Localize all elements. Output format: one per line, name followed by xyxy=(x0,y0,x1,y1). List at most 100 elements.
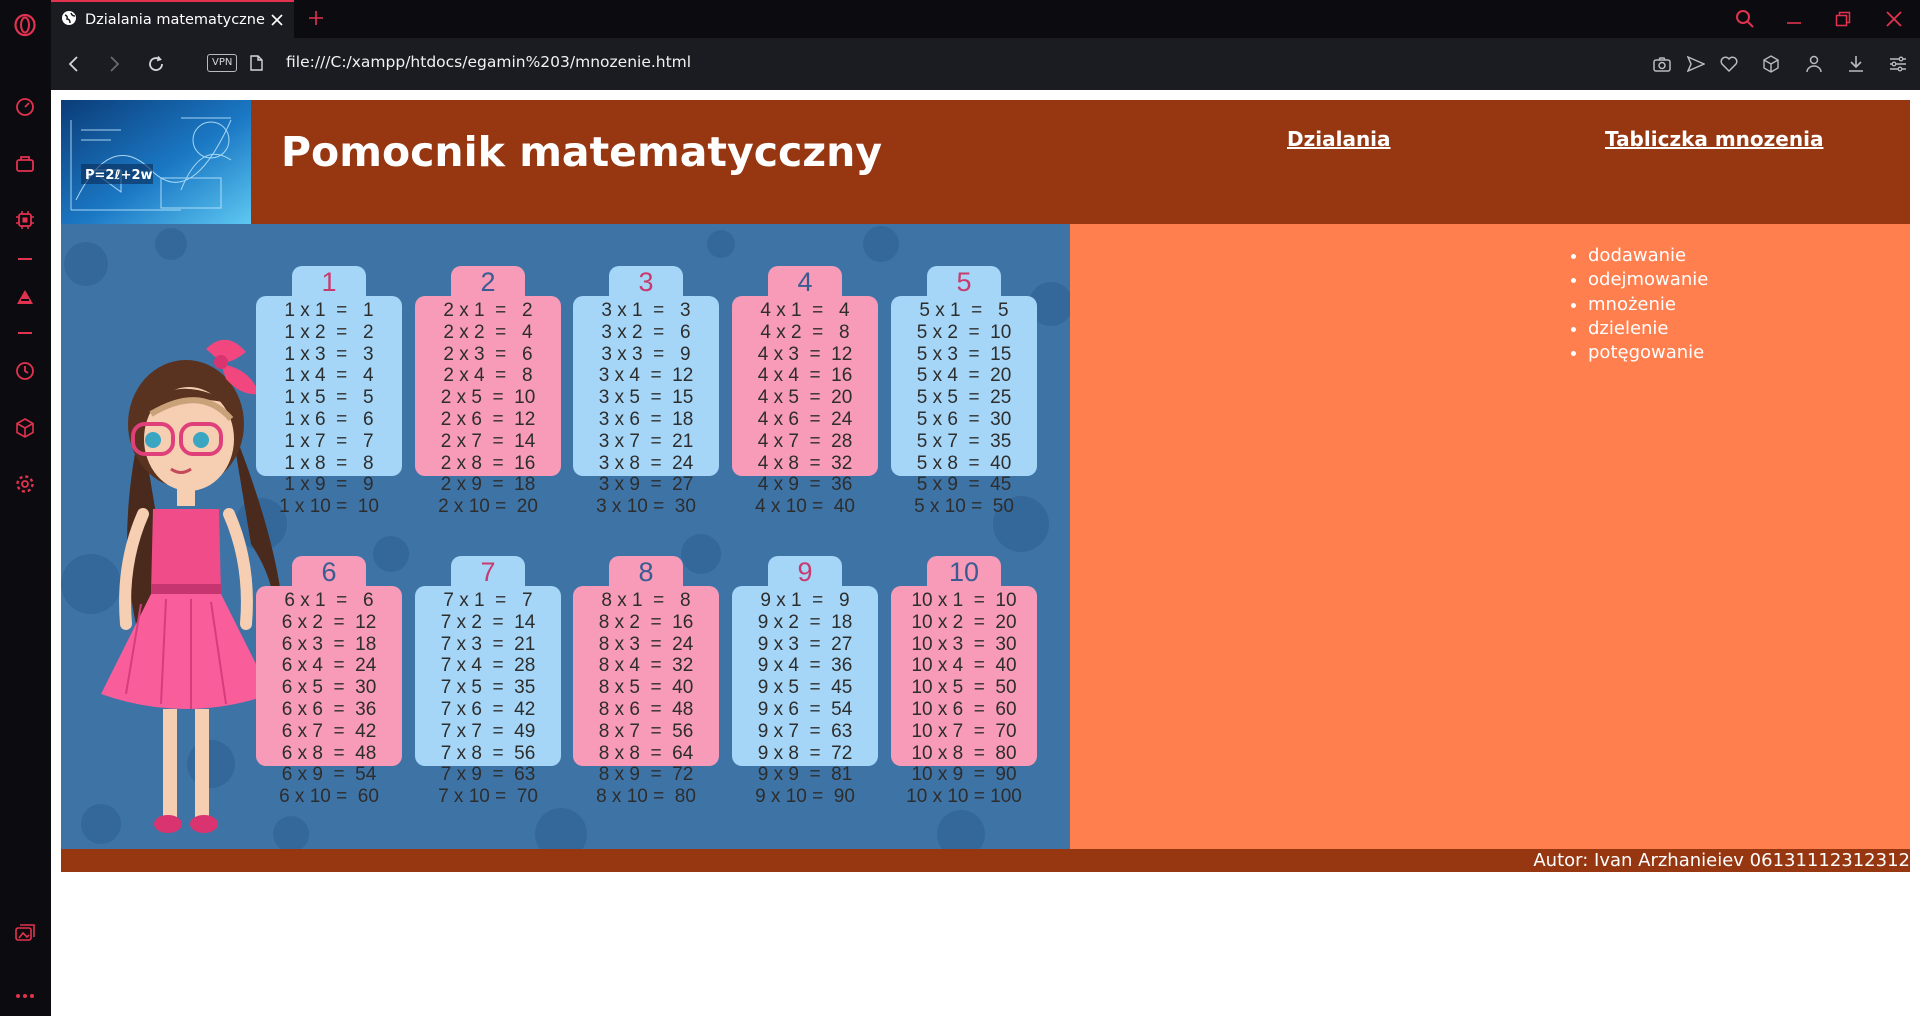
browser-tab[interactable]: Dzialania matematyczne xyxy=(51,0,294,38)
extensions-cube-icon[interactable] xyxy=(12,415,38,441)
equation-text: 8 x 6 = 48 xyxy=(598,698,694,720)
table-row: 6 x 7 = 42 xyxy=(256,721,402,743)
table-row: 5 x 4 = 20 xyxy=(891,365,1037,387)
close-window-icon[interactable] xyxy=(1881,6,1907,32)
table-row: 4 x 4 = 16 xyxy=(732,365,878,387)
equation-text: 7 x 6 = 42 xyxy=(440,698,536,720)
equation-text: 8 x 1 = 8 xyxy=(601,590,691,611)
table-row: 2 x 4 = 8 xyxy=(415,365,561,387)
speed-dial-icon[interactable] xyxy=(12,94,38,120)
list-item: dzielenie xyxy=(1588,317,1708,341)
table-row: 8 x 10 = 80 xyxy=(573,786,719,808)
table-row: 9 x 3 = 27 xyxy=(732,634,878,656)
equation-text: 5 x 2 = 10 xyxy=(916,321,1012,343)
tab-close-icon[interactable] xyxy=(266,9,288,31)
equation-text: 7 x 5 = 35 xyxy=(440,677,536,699)
search-tabs-icon[interactable] xyxy=(1732,6,1758,32)
list-item: dodawanie xyxy=(1588,244,1708,268)
table-row: 2 x 6 = 12 xyxy=(415,409,561,431)
equation-text: 2 x 3 = 6 xyxy=(443,343,533,365)
table-row: 1 x 8 = 8 xyxy=(256,453,402,475)
equation-text: 10 x 2 = 20 xyxy=(911,611,1017,633)
table-row: 3 x 7 = 21 xyxy=(573,431,719,453)
opera-logo-icon[interactable] xyxy=(12,12,38,38)
equation-text: 1 x 4 = 4 xyxy=(284,365,374,387)
table-row: 4 x 8 = 32 xyxy=(732,453,878,475)
table-row: 9 x 7 = 63 xyxy=(732,721,878,743)
sidebar-separator xyxy=(18,258,32,260)
shopping-icon[interactable] xyxy=(12,150,38,176)
equation-text: 9 x 4 = 36 xyxy=(757,655,853,677)
equation-text: 1 x 5 = 5 xyxy=(284,387,374,409)
table-row: 10 x 1 = 10 xyxy=(891,590,1037,612)
equation-text: 10 x 8 = 80 xyxy=(911,742,1017,764)
equation-text: 2 x 5 = 10 xyxy=(440,387,536,409)
forward-arrow-icon[interactable] xyxy=(101,51,127,77)
site-footer: Autor: Ivan Arzhanieiev 06131112312312 xyxy=(61,849,1910,872)
table-row: 6 x 3 = 18 xyxy=(256,634,402,656)
camera-snapshot-icon[interactable] xyxy=(1649,51,1675,77)
tab-strip: Dzialania matematyczne xyxy=(51,0,1920,38)
table-row: 10 x 9 = 90 xyxy=(891,764,1037,786)
equation-text: 9 x 6 = 54 xyxy=(757,698,853,720)
table-row: 3 x 3 = 9 xyxy=(573,344,719,366)
equation-text: 6 x 1 = 6 xyxy=(284,590,374,611)
table-row: 1 x 2 = 2 xyxy=(256,322,402,344)
card-body: 6 x 1 = 66 x 2 = 12 6 x 3 = 18 6 x 4 = 24 6… xyxy=(256,586,402,807)
send-flow-icon[interactable] xyxy=(1683,51,1709,77)
equation-text: 10 x 6 = 60 xyxy=(911,698,1017,720)
equation-text: 2 x 1 = 2 xyxy=(443,300,533,321)
more-dots-icon[interactable] xyxy=(12,983,38,1009)
aria-icon[interactable] xyxy=(12,284,38,310)
table-row: 6 x 1 = 6 xyxy=(256,590,402,612)
vpn-badge[interactable]: VPN xyxy=(207,54,238,72)
minimize-icon[interactable] xyxy=(1781,6,1807,32)
url-field[interactable]: file:///C:/xampp/htdocs/egamin%203/mnoze… xyxy=(286,53,691,71)
table-row: 3 x 10 = 30 xyxy=(573,496,719,518)
operations-list: dodawanie odejmowanie mnożenie dzielenie… xyxy=(1568,244,1708,365)
restore-icon[interactable] xyxy=(1830,6,1856,32)
equation-text: 3 x 6 = 18 xyxy=(598,408,694,430)
equation-text: 4 x 3 = 12 xyxy=(757,343,853,365)
gallery-icon[interactable] xyxy=(12,921,38,947)
table-row: 4 x 6 = 24 xyxy=(732,409,878,431)
equation-text: 4 x 7 = 28 xyxy=(757,430,853,452)
equation-text: 3 x 2 = 6 xyxy=(601,321,691,343)
equation-text: 9 x 1 = 9 xyxy=(760,590,850,611)
table-row: 9 x 10 = 90 xyxy=(732,786,878,808)
equation-text: 7 x 1 = 7 xyxy=(443,590,533,611)
table-row: 9 x 9 = 81 xyxy=(732,764,878,786)
nav-link-tabliczka[interactable]: Tabliczka mnozenia xyxy=(1605,127,1823,151)
extensions-icon[interactable] xyxy=(1758,51,1784,77)
card-body: 5 x 1 = 55 x 2 = 10 5 x 3 = 15 5 x 4 = 20 5… xyxy=(891,296,1037,517)
table-row: 5 x 2 = 10 xyxy=(891,322,1037,344)
equation-text: 1 x 3 = 3 xyxy=(284,343,374,365)
address-bar: VPN file:///C:/xampp/htdocs/egamin%203/m… xyxy=(51,38,1920,90)
download-icon[interactable] xyxy=(1843,51,1869,77)
times-table-card-6: 66 x 1 = 66 x 2 = 12 6 x 3 = 18 6 x 4 = 24… xyxy=(256,556,402,807)
back-arrow-icon[interactable] xyxy=(61,51,87,77)
times-table-card-1: 11 x 1 = 11 x 2 = 21 x 3 = 31 x 4 = 41 x… xyxy=(256,266,402,517)
table-row: 6 x 2 = 12 xyxy=(256,612,402,634)
account-icon[interactable] xyxy=(1801,51,1827,77)
file-icon xyxy=(250,55,263,76)
equation-text: 6 x 5 = 30 xyxy=(281,677,377,699)
list-item: mnożenie xyxy=(1588,293,1708,317)
history-icon[interactable] xyxy=(12,358,38,384)
ai-chip-icon[interactable] xyxy=(12,207,38,233)
equation-text: 8 x 5 = 40 xyxy=(598,677,694,699)
equation-text: 2 x 9 = 18 xyxy=(440,474,536,496)
table-row: 10 x 6 = 60 xyxy=(891,699,1037,721)
equation-text: 3 x 9 = 27 xyxy=(598,474,694,496)
heart-icon[interactable] xyxy=(1716,51,1742,77)
settings-gear-icon[interactable] xyxy=(12,471,38,497)
table-row: 4 x 10 = 40 xyxy=(732,496,878,518)
page-title: Pomocnik matematycczny xyxy=(281,128,883,176)
new-tab-plus-icon[interactable] xyxy=(304,6,328,30)
easy-setup-icon[interactable] xyxy=(1885,51,1911,77)
table-row: 8 x 3 = 24 xyxy=(573,634,719,656)
nav-link-dzialania[interactable]: Dzialania xyxy=(1287,127,1391,151)
reload-icon[interactable] xyxy=(143,51,169,77)
card-body: 8 x 1 = 88 x 2 = 16 8 x 3 = 24 8 x 4 = 32 8… xyxy=(573,586,719,807)
tab-title: Dzialania matematyczne xyxy=(85,12,265,28)
